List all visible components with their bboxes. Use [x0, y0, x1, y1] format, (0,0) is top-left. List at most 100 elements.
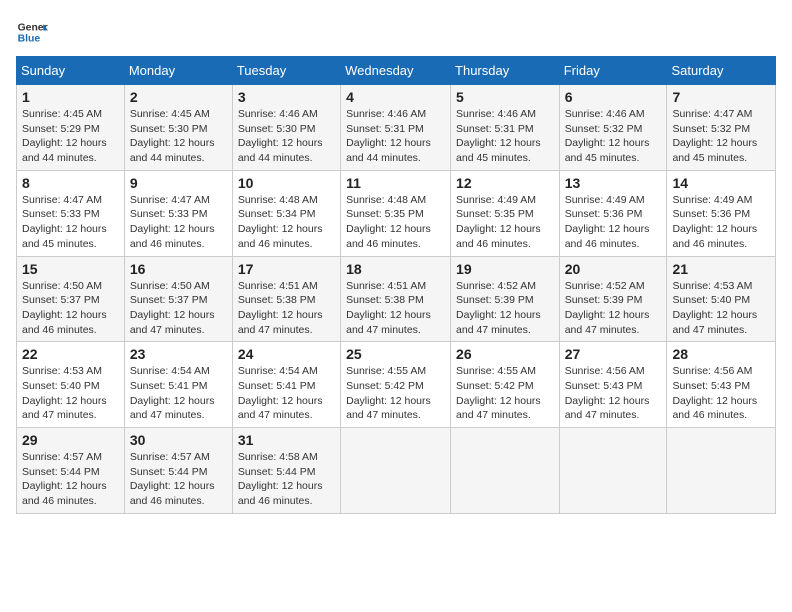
day-number: 19: [456, 261, 554, 277]
day-info: Sunrise: 4:50 AMSunset: 5:37 PMDaylight:…: [130, 279, 227, 338]
day-number: 13: [565, 175, 662, 191]
day-number: 26: [456, 346, 554, 362]
calendar-cell: 28 Sunrise: 4:56 AMSunset: 5:43 PMDaylig…: [667, 342, 776, 428]
day-info: Sunrise: 4:52 AMSunset: 5:39 PMDaylight:…: [456, 279, 554, 338]
day-info: Sunrise: 4:47 AMSunset: 5:32 PMDaylight:…: [672, 107, 770, 166]
day-number: 5: [456, 89, 554, 105]
day-number: 4: [346, 89, 445, 105]
day-info: Sunrise: 4:51 AMSunset: 5:38 PMDaylight:…: [238, 279, 335, 338]
day-number: 23: [130, 346, 227, 362]
calendar-cell: [341, 428, 451, 514]
calendar-cell: 15 Sunrise: 4:50 AMSunset: 5:37 PMDaylig…: [17, 256, 125, 342]
day-info: Sunrise: 4:55 AMSunset: 5:42 PMDaylight:…: [456, 364, 554, 423]
day-number: 12: [456, 175, 554, 191]
calendar-cell: 30 Sunrise: 4:57 AMSunset: 5:44 PMDaylig…: [124, 428, 232, 514]
day-info: Sunrise: 4:47 AMSunset: 5:33 PMDaylight:…: [22, 193, 119, 252]
day-number: 11: [346, 175, 445, 191]
calendar-cell: 23 Sunrise: 4:54 AMSunset: 5:41 PMDaylig…: [124, 342, 232, 428]
day-number: 2: [130, 89, 227, 105]
calendar-table: SundayMondayTuesdayWednesdayThursdayFrid…: [16, 56, 776, 514]
day-number: 20: [565, 261, 662, 277]
calendar-cell: 8 Sunrise: 4:47 AMSunset: 5:33 PMDayligh…: [17, 170, 125, 256]
day-number: 22: [22, 346, 119, 362]
day-info: Sunrise: 4:57 AMSunset: 5:44 PMDaylight:…: [130, 450, 227, 509]
calendar-cell: 19 Sunrise: 4:52 AMSunset: 5:39 PMDaylig…: [451, 256, 560, 342]
logo-icon: General Blue: [16, 16, 48, 48]
calendar-week-row: 15 Sunrise: 4:50 AMSunset: 5:37 PMDaylig…: [17, 256, 776, 342]
calendar-cell: 2 Sunrise: 4:45 AMSunset: 5:30 PMDayligh…: [124, 85, 232, 171]
day-number: 31: [238, 432, 335, 448]
day-number: 10: [238, 175, 335, 191]
calendar-cell: 21 Sunrise: 4:53 AMSunset: 5:40 PMDaylig…: [667, 256, 776, 342]
calendar-cell: 31 Sunrise: 4:58 AMSunset: 5:44 PMDaylig…: [232, 428, 340, 514]
calendar-cell: 10 Sunrise: 4:48 AMSunset: 5:34 PMDaylig…: [232, 170, 340, 256]
day-of-week-header: Sunday: [17, 57, 125, 85]
day-number: 6: [565, 89, 662, 105]
calendar-cell: 3 Sunrise: 4:46 AMSunset: 5:30 PMDayligh…: [232, 85, 340, 171]
calendar-cell: 13 Sunrise: 4:49 AMSunset: 5:36 PMDaylig…: [559, 170, 667, 256]
calendar-cell: 7 Sunrise: 4:47 AMSunset: 5:32 PMDayligh…: [667, 85, 776, 171]
day-info: Sunrise: 4:46 AMSunset: 5:31 PMDaylight:…: [346, 107, 445, 166]
calendar-cell: 22 Sunrise: 4:53 AMSunset: 5:40 PMDaylig…: [17, 342, 125, 428]
day-of-week-header: Friday: [559, 57, 667, 85]
calendar-cell: 12 Sunrise: 4:49 AMSunset: 5:35 PMDaylig…: [451, 170, 560, 256]
calendar-cell: 11 Sunrise: 4:48 AMSunset: 5:35 PMDaylig…: [341, 170, 451, 256]
day-number: 1: [22, 89, 119, 105]
calendar-cell: [451, 428, 560, 514]
calendar-cell: 17 Sunrise: 4:51 AMSunset: 5:38 PMDaylig…: [232, 256, 340, 342]
calendar-cell: 1 Sunrise: 4:45 AMSunset: 5:29 PMDayligh…: [17, 85, 125, 171]
calendar-header-row: SundayMondayTuesdayWednesdayThursdayFrid…: [17, 57, 776, 85]
calendar-cell: 5 Sunrise: 4:46 AMSunset: 5:31 PMDayligh…: [451, 85, 560, 171]
day-info: Sunrise: 4:57 AMSunset: 5:44 PMDaylight:…: [22, 450, 119, 509]
day-number: 3: [238, 89, 335, 105]
day-info: Sunrise: 4:48 AMSunset: 5:34 PMDaylight:…: [238, 193, 335, 252]
day-of-week-header: Wednesday: [341, 57, 451, 85]
calendar-week-row: 8 Sunrise: 4:47 AMSunset: 5:33 PMDayligh…: [17, 170, 776, 256]
day-info: Sunrise: 4:49 AMSunset: 5:36 PMDaylight:…: [565, 193, 662, 252]
day-info: Sunrise: 4:58 AMSunset: 5:44 PMDaylight:…: [238, 450, 335, 509]
day-info: Sunrise: 4:55 AMSunset: 5:42 PMDaylight:…: [346, 364, 445, 423]
day-number: 25: [346, 346, 445, 362]
day-info: Sunrise: 4:52 AMSunset: 5:39 PMDaylight:…: [565, 279, 662, 338]
day-info: Sunrise: 4:46 AMSunset: 5:30 PMDaylight:…: [238, 107, 335, 166]
calendar-week-row: 22 Sunrise: 4:53 AMSunset: 5:40 PMDaylig…: [17, 342, 776, 428]
page-header: General Blue: [16, 16, 776, 48]
calendar-body: 1 Sunrise: 4:45 AMSunset: 5:29 PMDayligh…: [17, 85, 776, 514]
calendar-cell: 9 Sunrise: 4:47 AMSunset: 5:33 PMDayligh…: [124, 170, 232, 256]
day-number: 29: [22, 432, 119, 448]
logo: General Blue: [16, 16, 48, 48]
day-of-week-header: Thursday: [451, 57, 560, 85]
calendar-cell: 16 Sunrise: 4:50 AMSunset: 5:37 PMDaylig…: [124, 256, 232, 342]
calendar-week-row: 29 Sunrise: 4:57 AMSunset: 5:44 PMDaylig…: [17, 428, 776, 514]
calendar-cell: [559, 428, 667, 514]
day-of-week-header: Monday: [124, 57, 232, 85]
day-info: Sunrise: 4:49 AMSunset: 5:35 PMDaylight:…: [456, 193, 554, 252]
day-info: Sunrise: 4:53 AMSunset: 5:40 PMDaylight:…: [672, 279, 770, 338]
calendar-cell: 26 Sunrise: 4:55 AMSunset: 5:42 PMDaylig…: [451, 342, 560, 428]
day-of-week-header: Saturday: [667, 57, 776, 85]
day-number: 16: [130, 261, 227, 277]
day-info: Sunrise: 4:56 AMSunset: 5:43 PMDaylight:…: [672, 364, 770, 423]
day-info: Sunrise: 4:46 AMSunset: 5:31 PMDaylight:…: [456, 107, 554, 166]
day-info: Sunrise: 4:45 AMSunset: 5:29 PMDaylight:…: [22, 107, 119, 166]
day-info: Sunrise: 4:45 AMSunset: 5:30 PMDaylight:…: [130, 107, 227, 166]
day-number: 9: [130, 175, 227, 191]
calendar-cell: 25 Sunrise: 4:55 AMSunset: 5:42 PMDaylig…: [341, 342, 451, 428]
day-info: Sunrise: 4:47 AMSunset: 5:33 PMDaylight:…: [130, 193, 227, 252]
day-number: 8: [22, 175, 119, 191]
day-info: Sunrise: 4:46 AMSunset: 5:32 PMDaylight:…: [565, 107, 662, 166]
day-info: Sunrise: 4:54 AMSunset: 5:41 PMDaylight:…: [238, 364, 335, 423]
day-info: Sunrise: 4:48 AMSunset: 5:35 PMDaylight:…: [346, 193, 445, 252]
day-number: 24: [238, 346, 335, 362]
calendar-cell: [667, 428, 776, 514]
day-number: 30: [130, 432, 227, 448]
calendar-cell: 18 Sunrise: 4:51 AMSunset: 5:38 PMDaylig…: [341, 256, 451, 342]
day-info: Sunrise: 4:49 AMSunset: 5:36 PMDaylight:…: [672, 193, 770, 252]
calendar-week-row: 1 Sunrise: 4:45 AMSunset: 5:29 PMDayligh…: [17, 85, 776, 171]
day-info: Sunrise: 4:51 AMSunset: 5:38 PMDaylight:…: [346, 279, 445, 338]
calendar-cell: 20 Sunrise: 4:52 AMSunset: 5:39 PMDaylig…: [559, 256, 667, 342]
day-of-week-header: Tuesday: [232, 57, 340, 85]
day-info: Sunrise: 4:53 AMSunset: 5:40 PMDaylight:…: [22, 364, 119, 423]
svg-text:Blue: Blue: [18, 34, 41, 45]
calendar-cell: 4 Sunrise: 4:46 AMSunset: 5:31 PMDayligh…: [341, 85, 451, 171]
